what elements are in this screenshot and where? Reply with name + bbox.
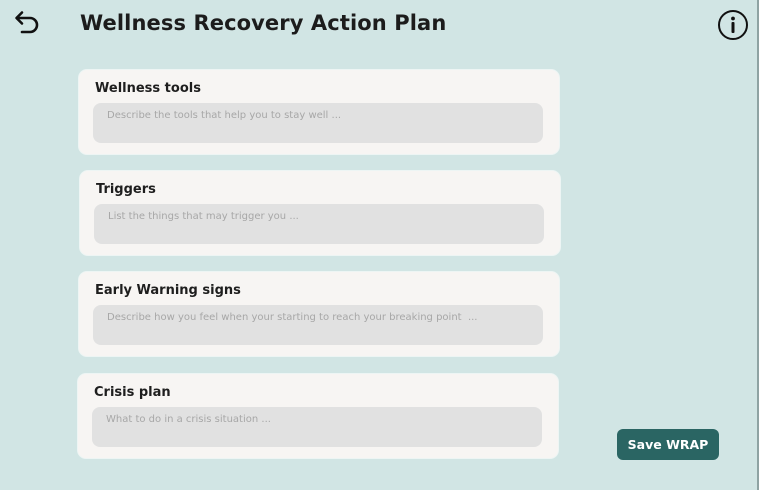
early-warning-signs-input[interactable] xyxy=(93,305,543,345)
triggers-input[interactable] xyxy=(94,204,544,244)
crisis-plan-input[interactable] xyxy=(92,407,542,447)
save-wrap-button[interactable]: Save WRAP xyxy=(617,429,719,460)
triggers-card: Triggers xyxy=(80,171,560,255)
crisis-plan-label: Crisis plan xyxy=(94,385,171,400)
back-button[interactable] xyxy=(12,8,42,38)
info-button[interactable] xyxy=(717,9,749,41)
wellness-tools-card: Wellness tools xyxy=(79,70,559,154)
wellness-tools-input[interactable] xyxy=(93,103,543,143)
crisis-plan-card: Crisis plan xyxy=(78,374,558,458)
page-title: Wellness Recovery Action Plan xyxy=(80,11,447,35)
early-warning-signs-label: Early Warning signs xyxy=(95,283,241,298)
early-warning-signs-card: Early Warning signs xyxy=(79,272,559,356)
triggers-label: Triggers xyxy=(96,182,156,197)
undo-arrow-icon xyxy=(15,11,39,34)
info-circle-icon xyxy=(718,10,748,40)
wellness-tools-label: Wellness tools xyxy=(95,81,201,96)
